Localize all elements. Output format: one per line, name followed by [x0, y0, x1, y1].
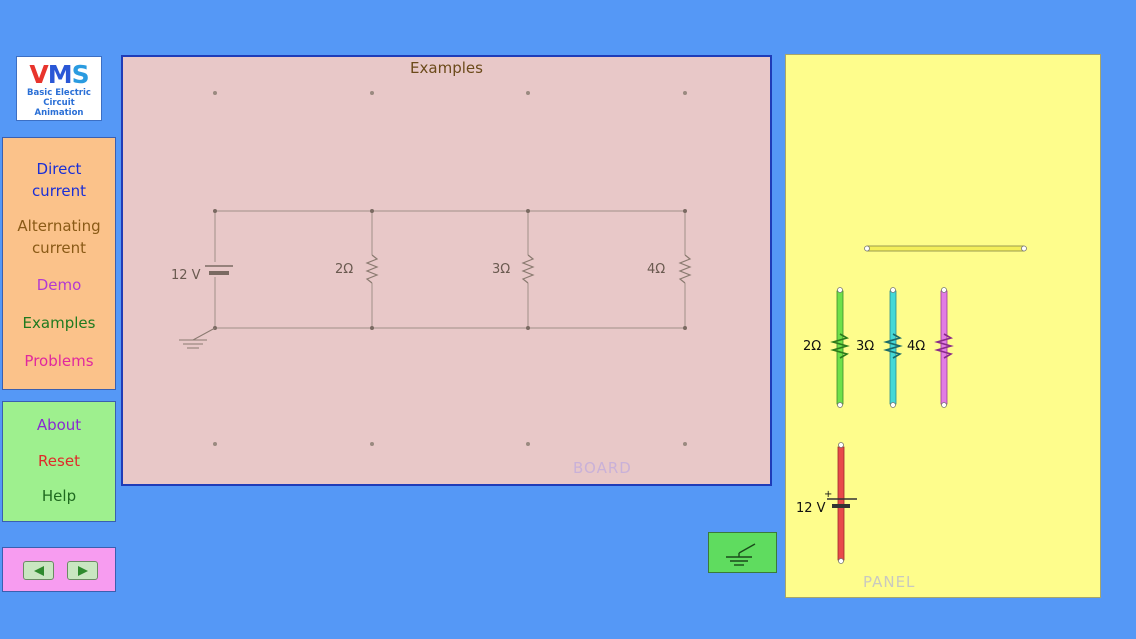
board-resistor-2-label: 2Ω: [335, 262, 353, 277]
panel-battery-plus: +: [824, 489, 832, 500]
logo-line-2: Circuit: [43, 98, 75, 108]
right-arrow-icon: [78, 566, 88, 576]
panel-components: 2Ω 3Ω 4Ω + 12 V: [796, 245, 1027, 564]
logo-letter-s: S: [71, 60, 90, 89]
main-menu: Direct current Alternating current Demo …: [2, 137, 116, 390]
logo-line-1: Basic Electric: [27, 88, 91, 98]
board-wires: [214, 210, 686, 329]
board-resistor-3-label: 3Ω: [492, 262, 510, 277]
left-arrow-icon: [34, 566, 44, 576]
logo-letter-m: M: [47, 60, 73, 89]
nav-menu: [2, 547, 116, 592]
next-button[interactable]: [67, 561, 98, 580]
panel-battery-label: 12 V: [796, 501, 826, 516]
board-battery[interactable]: [205, 265, 233, 275]
circuit-board[interactable]: Examples 12 V 2Ω 3Ω 4Ω BOARD: [121, 55, 772, 486]
menu-demo[interactable]: Demo: [3, 274, 115, 296]
ground-button[interactable]: [708, 532, 777, 573]
panel-label: PANEL: [863, 573, 916, 591]
board-ground-icon: [179, 327, 216, 349]
menu-problems[interactable]: Problems: [3, 350, 115, 372]
panel-wire[interactable]: [864, 245, 1027, 252]
board-circuit: 12 V 2Ω 3Ω 4Ω: [171, 91, 692, 446]
board-grid-dots: [213, 91, 687, 446]
menu-direct-current-line-2: current: [31, 182, 87, 200]
prev-button[interactable]: [23, 561, 54, 580]
panel-resistor-3-label: 3Ω: [856, 339, 874, 354]
panel-resistor-3[interactable]: [883, 287, 903, 408]
menu-help[interactable]: Help: [3, 485, 115, 507]
menu-examples[interactable]: Examples: [3, 312, 115, 334]
board-resistor-zigzags: [365, 254, 692, 284]
menu-alternating-current-line-1: Alternating: [17, 217, 101, 235]
board-junctions: [213, 209, 687, 330]
menu-alternating-current[interactable]: Alternating current: [3, 215, 115, 259]
panel-resistor-4-label: 4Ω: [907, 339, 925, 354]
board-battery-label: 12 V: [171, 268, 201, 283]
menu-direct-current-line-1: Direct: [36, 160, 82, 178]
panel-resistor-4[interactable]: [934, 287, 954, 408]
menu-direct-current[interactable]: Direct current: [3, 158, 115, 202]
panel-resistor-2[interactable]: [830, 287, 850, 408]
panel-resistor-2-label: 2Ω: [803, 339, 821, 354]
component-panel: 2Ω 3Ω 4Ω + 12 V PANEL: [785, 54, 1101, 598]
vms-logo: VMS Basic Electric Circuit Animation: [16, 56, 102, 121]
misc-menu: About Reset Help: [2, 401, 116, 522]
logo-letter-v: V: [29, 60, 48, 89]
panel-battery[interactable]: [827, 442, 857, 564]
ground-icon: [726, 543, 756, 566]
logo-line-3: Animation: [34, 108, 84, 118]
board-resistor-4-label: 4Ω: [647, 262, 665, 277]
board-label: BOARD: [573, 459, 632, 477]
menu-reset[interactable]: Reset: [3, 450, 115, 472]
menu-about[interactable]: About: [3, 414, 115, 436]
menu-alternating-current-line-2: current: [31, 239, 87, 257]
